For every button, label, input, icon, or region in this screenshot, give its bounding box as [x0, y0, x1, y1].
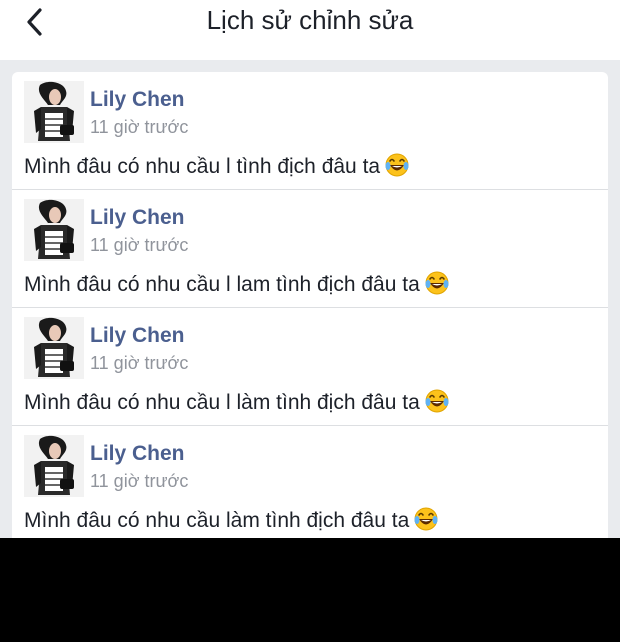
- history-entry: Lily Chen 11 giờ trước Mình đâu có nhu c…: [12, 308, 608, 426]
- timestamp: 11 giờ trước: [90, 353, 189, 373]
- message-content: Mình đâu có nhu cầu l làm tình địch đâu …: [24, 391, 420, 414]
- author-name[interactable]: Lily Chen: [90, 324, 185, 348]
- history-card: Lily Chen 11 giờ trước Mình đâu có nhu c…: [12, 72, 608, 538]
- author-name[interactable]: Lily Chen: [90, 88, 185, 112]
- laughing-tears-emoji-icon: [424, 388, 450, 420]
- message-text: Mình đâu có nhu cầu l làm tình địch đâu …: [24, 388, 450, 420]
- message-text: Mình đâu có nhu cầu l tình địch đâu ta: [24, 152, 410, 184]
- author-name[interactable]: Lily Chen: [90, 206, 185, 230]
- message-content: Mình đâu có nhu cầu l lam tình địch đâu …: [24, 273, 420, 296]
- avatar[interactable]: [24, 199, 84, 261]
- edit-history-screen: Lịch sử chỉnh sửa Lily Chen 11 giờ trước…: [0, 0, 620, 538]
- page-title: Lịch sử chỉnh sửa: [206, 5, 414, 35]
- message-content: Mình đâu có nhu cầu làm tình địch đâu ta: [24, 509, 410, 532]
- avatar[interactable]: [24, 435, 84, 497]
- message-text: Mình đâu có nhu cầu l lam tình địch đâu …: [24, 270, 450, 302]
- history-entry: Lily Chen 11 giờ trước Mình đâu có nhu c…: [12, 426, 608, 538]
- timestamp: 11 giờ trước: [90, 117, 189, 137]
- avatar[interactable]: [24, 81, 84, 143]
- history-entry: Lily Chen 11 giờ trước Mình đâu có nhu c…: [12, 190, 608, 308]
- author-name[interactable]: Lily Chen: [90, 442, 185, 466]
- header-bar: Lịch sử chỉnh sửa: [0, 0, 620, 60]
- timestamp: 11 giờ trước: [90, 235, 189, 255]
- laughing-tears-emoji-icon: [413, 506, 439, 538]
- laughing-tears-emoji-icon: [424, 270, 450, 302]
- timestamp: 11 giờ trước: [90, 471, 189, 491]
- message-text: Mình đâu có nhu cầu làm tình địch đâu ta: [24, 506, 439, 538]
- avatar[interactable]: [24, 317, 84, 379]
- history-entry: Lily Chen 11 giờ trước Mình đâu có nhu c…: [12, 72, 608, 190]
- laughing-tears-emoji-icon: [384, 152, 410, 184]
- message-content: Mình đâu có nhu cầu l tình địch đâu ta: [24, 155, 381, 178]
